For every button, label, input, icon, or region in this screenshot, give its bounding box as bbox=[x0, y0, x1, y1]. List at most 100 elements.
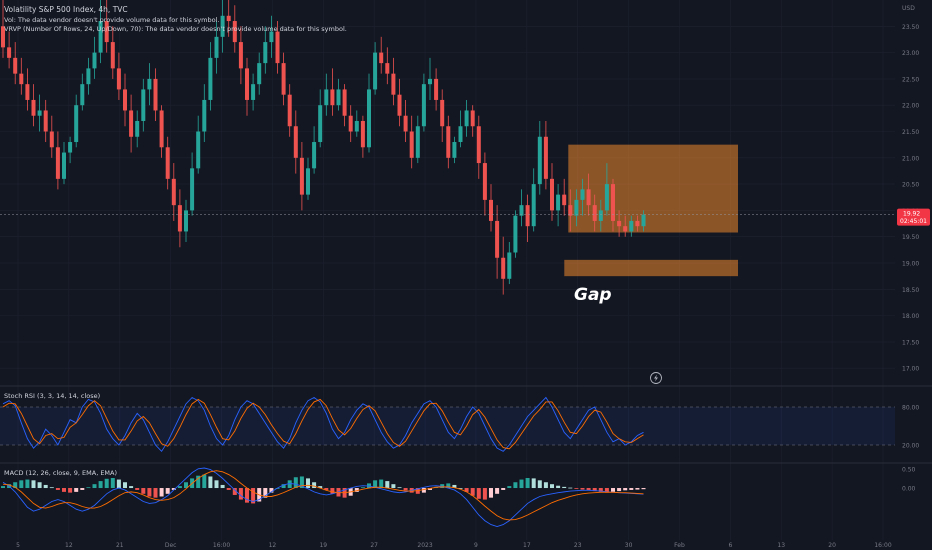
candle-body bbox=[586, 189, 591, 206]
candle-body bbox=[19, 73, 24, 85]
macd-histogram-bar bbox=[543, 482, 548, 489]
price-tick: 19.50 bbox=[902, 234, 919, 241]
candle-body bbox=[367, 89, 371, 148]
candle-body bbox=[397, 94, 402, 116]
macd-histogram-bar bbox=[562, 486, 567, 489]
price-tick: 22.50 bbox=[902, 76, 919, 83]
candle-body bbox=[391, 73, 396, 95]
candle-body bbox=[507, 252, 512, 279]
bar-countdown: 02:45:01 bbox=[900, 218, 927, 225]
gap-zone-box[interactable] bbox=[564, 259, 738, 277]
candle-body bbox=[245, 68, 249, 100]
macd-histogram-bar bbox=[208, 476, 213, 489]
candle-body bbox=[415, 126, 420, 158]
candle-body bbox=[525, 205, 530, 227]
macd-histogram-bar bbox=[537, 480, 542, 489]
macd-histogram-bar bbox=[306, 478, 310, 489]
candle-body bbox=[385, 63, 390, 74]
macd-histogram-bar bbox=[49, 487, 54, 489]
price-tick: 23.50 bbox=[902, 24, 919, 31]
candle-body bbox=[171, 178, 176, 206]
candle-body bbox=[269, 31, 274, 43]
time-tick: 16:00 bbox=[874, 542, 891, 549]
candle-body bbox=[641, 214, 646, 227]
macd-histogram-bar bbox=[110, 478, 115, 489]
time-tick: 30 bbox=[625, 542, 633, 549]
candle-body bbox=[287, 94, 292, 127]
candle-body bbox=[238, 42, 243, 69]
macd-histogram-bar bbox=[519, 479, 524, 489]
candle-body bbox=[306, 168, 310, 195]
macd-histogram-bar bbox=[617, 488, 622, 492]
candle-body bbox=[635, 220, 640, 227]
macd-histogram-bar bbox=[31, 480, 36, 489]
candle-body bbox=[592, 205, 597, 221]
price-tick: 22.00 bbox=[902, 103, 919, 110]
macd-title[interactable]: MACD (12, 26, close, 9, EMA, EMA) bbox=[4, 469, 117, 477]
candle-body bbox=[446, 126, 451, 158]
candle-body bbox=[257, 63, 262, 85]
candle-body bbox=[324, 89, 329, 106]
price-tick: 17.50 bbox=[902, 339, 919, 346]
symbol-title[interactable]: Volatility S&P 500 Index, 4h, TVC bbox=[4, 5, 128, 14]
candle-body bbox=[49, 131, 54, 148]
macd-histogram-bar bbox=[568, 487, 573, 489]
chart-background bbox=[0, 0, 932, 550]
candle-body bbox=[550, 178, 554, 211]
candle-body bbox=[80, 84, 85, 106]
candle-body bbox=[208, 57, 213, 100]
macd-tick: 0.00 bbox=[902, 486, 916, 493]
trading-chart[interactable]: Gap Volatility S&P 500 Index, 4h, TVC Vo… bbox=[0, 0, 932, 550]
candle-body bbox=[184, 210, 188, 232]
candle-body bbox=[452, 142, 457, 158]
macd-histogram-bar bbox=[92, 484, 97, 489]
gap-annotation[interactable]: Gap bbox=[574, 285, 612, 305]
macd-histogram-bar bbox=[574, 488, 579, 489]
macd-histogram-bar bbox=[495, 488, 500, 494]
macd-histogram-bar bbox=[68, 488, 73, 493]
macd-histogram-bar bbox=[421, 488, 426, 493]
candle-body bbox=[428, 78, 432, 85]
candle-body bbox=[434, 78, 439, 100]
candle-body bbox=[25, 84, 30, 100]
candle-body bbox=[476, 126, 481, 164]
time-tick: Feb bbox=[674, 542, 685, 549]
candle-body bbox=[556, 194, 561, 211]
stoch-rsi-title[interactable]: Stoch RSI (3, 3, 14, 14, close) bbox=[4, 392, 100, 400]
macd-histogram-bar bbox=[360, 487, 365, 489]
candle-body bbox=[513, 215, 518, 253]
last-price-value: 19.92 bbox=[903, 211, 920, 218]
macd-histogram-bar bbox=[19, 480, 24, 489]
candle-body bbox=[110, 42, 115, 69]
candle-body bbox=[31, 99, 36, 116]
candle-body bbox=[7, 47, 12, 58]
candle-body bbox=[43, 110, 48, 132]
candle-body bbox=[379, 52, 384, 64]
candle-body bbox=[141, 89, 146, 121]
time-tick: 12 bbox=[269, 542, 277, 549]
candle-body bbox=[129, 110, 134, 137]
macd-histogram-bar bbox=[385, 481, 390, 489]
time-tick: 23 bbox=[574, 542, 582, 549]
macd-histogram-bar bbox=[202, 474, 207, 489]
candle-body bbox=[501, 257, 506, 279]
candle-body bbox=[598, 210, 603, 221]
candle-body bbox=[123, 89, 127, 111]
time-tick: Dec bbox=[165, 542, 177, 549]
time-tick: 5 bbox=[16, 542, 20, 549]
candle-body bbox=[251, 84, 256, 100]
candle-body bbox=[275, 31, 280, 64]
macd-histogram-bar bbox=[379, 479, 384, 489]
macd-histogram-bar bbox=[153, 488, 158, 498]
macd-histogram-bar bbox=[104, 478, 109, 489]
candle-body bbox=[470, 110, 475, 127]
candle-body bbox=[604, 184, 609, 211]
candle-body bbox=[354, 120, 359, 132]
macd-histogram-bar bbox=[86, 487, 91, 489]
macd-histogram-bar bbox=[293, 477, 298, 489]
candle-body bbox=[574, 199, 579, 216]
macd-histogram-bar bbox=[513, 482, 518, 489]
candle-body bbox=[617, 220, 622, 227]
candle-body bbox=[214, 36, 219, 58]
macd-histogram-bar bbox=[116, 479, 121, 489]
